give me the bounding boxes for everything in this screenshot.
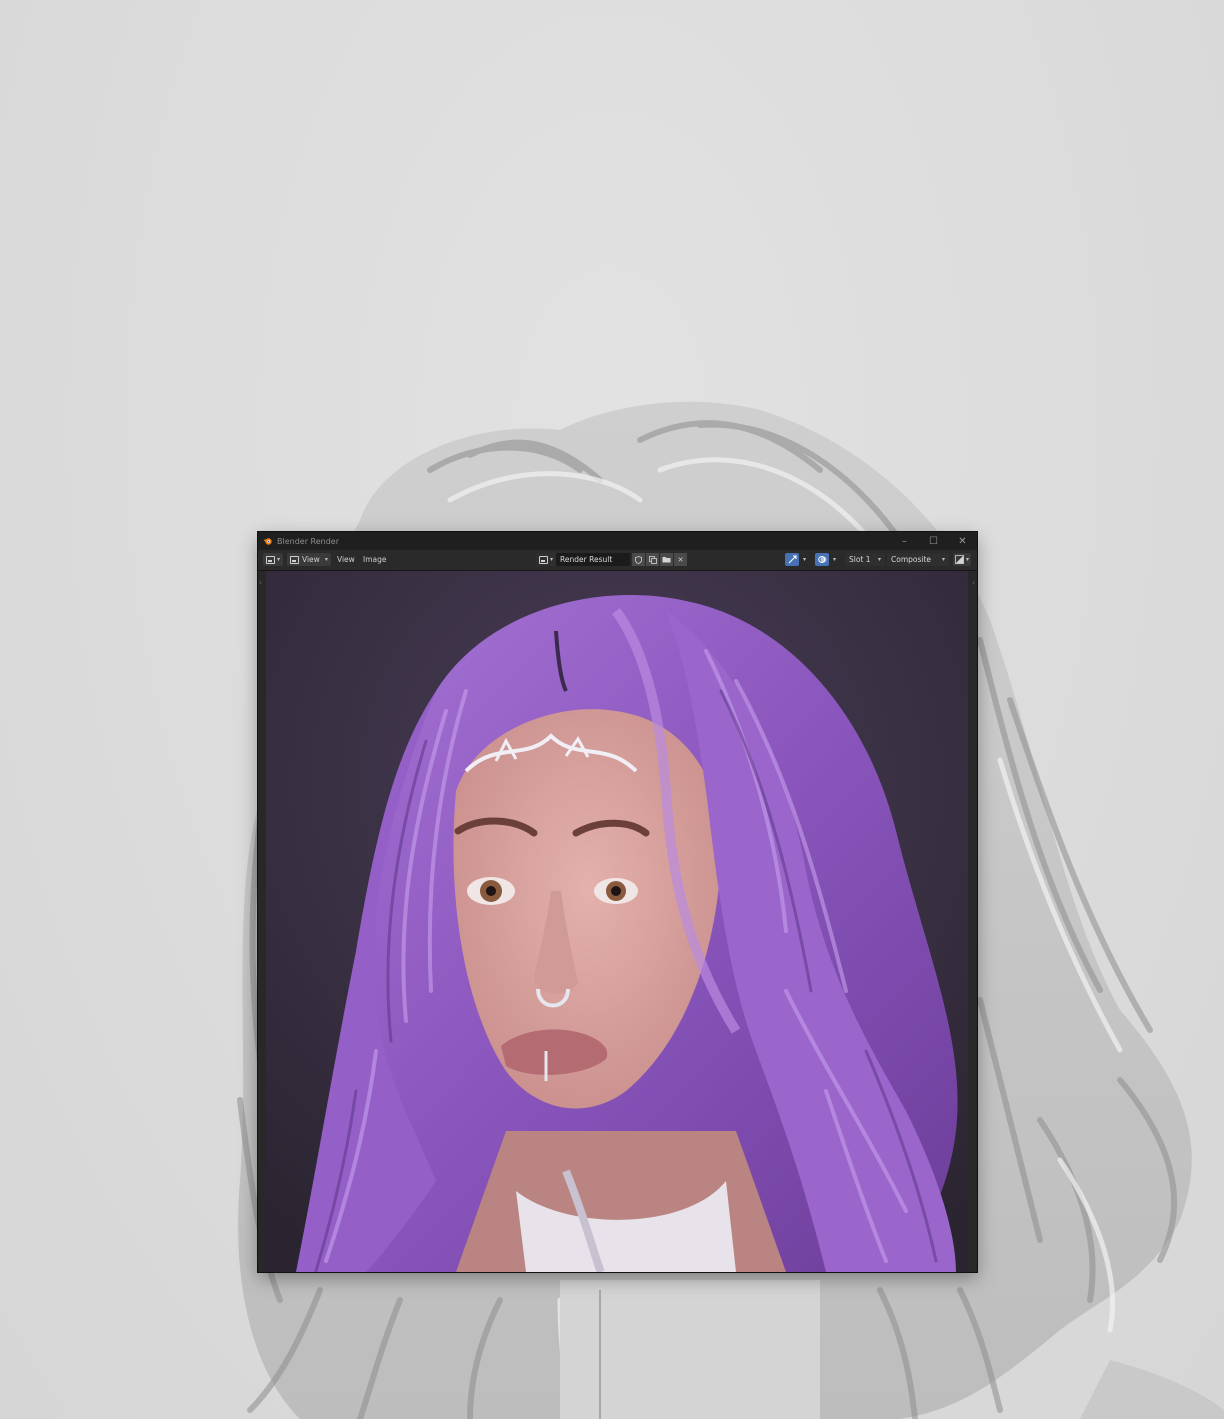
image-browse-icon [539,555,548,564]
view-mode-dropdown[interactable]: View ▾ [287,553,331,566]
layer-label: Composite [891,555,932,564]
close-window-button[interactable]: ✕ [948,532,977,550]
close-icon: ✕ [677,555,684,564]
view-mode-label: View [302,555,320,564]
gizmo-icon [788,555,797,564]
menu-image[interactable]: Image [360,553,390,566]
image-editor-header: ▾ View ▾ View Image ▾ Render Result ✕ ▾ … [258,550,977,571]
chevron-down-icon: ▾ [324,556,328,563]
slot-dropdown[interactable]: Slot 1 ▾ [845,553,885,566]
title-bar[interactable]: Blender Render – ☐ ✕ [258,532,977,550]
image-name-field[interactable]: Render Result [556,553,630,566]
render-portrait [266,571,968,1272]
duplicate-icon [648,555,657,564]
chevron-down-icon: ▾ [277,556,281,563]
unlink-image-button[interactable]: ✕ [674,553,687,566]
menu-image-label: Image [363,555,387,564]
chevron-down-icon: ▾ [966,556,970,563]
chevron-down-icon: ▾ [941,556,945,563]
render-result-image [266,571,968,1272]
display-channels-button[interactable]: ▾ [953,553,972,566]
menu-view-label: View [337,555,355,564]
folder-icon [662,557,671,563]
maximize-button[interactable]: ☐ [919,532,948,550]
gizmo-toggle[interactable]: ▾ [785,553,806,566]
blender-logo-icon [263,538,272,545]
duplicate-image-button[interactable] [646,553,660,566]
shield-icon [635,555,642,564]
toolbar-expand-arrow-icon[interactable]: › [259,579,262,587]
minimize-button[interactable]: – [890,532,919,550]
chevron-down-icon: ▾ [550,556,554,563]
editor-type-button[interactable]: ▾ [263,553,284,566]
image-browse-button[interactable]: ▾ [536,553,557,566]
overlay-icon [817,556,826,563]
fake-user-button[interactable] [632,553,646,566]
chevron-down-icon[interactable]: ▾ [803,556,806,563]
view-mode-icon [290,555,299,564]
sidebar-expand-arrow-icon[interactable]: ‹ [972,579,975,587]
image-canvas[interactable]: › ‹ [258,571,977,1272]
slot-label: Slot 1 [849,555,871,564]
overlay-toggle[interactable]: ▾ [815,553,836,566]
chevron-down-icon: ▾ [877,556,881,563]
open-image-button[interactable] [660,553,674,566]
image-editor-icon [266,555,275,564]
window-title: Blender Render [277,536,340,546]
menu-view[interactable]: View [334,553,358,566]
display-channels-icon [955,555,964,564]
chevron-down-icon[interactable]: ▾ [833,556,836,563]
layer-dropdown[interactable]: Composite ▾ [887,553,949,566]
render-window: Blender Render – ☐ ✕ ▾ View ▾ View Image [258,532,977,1272]
